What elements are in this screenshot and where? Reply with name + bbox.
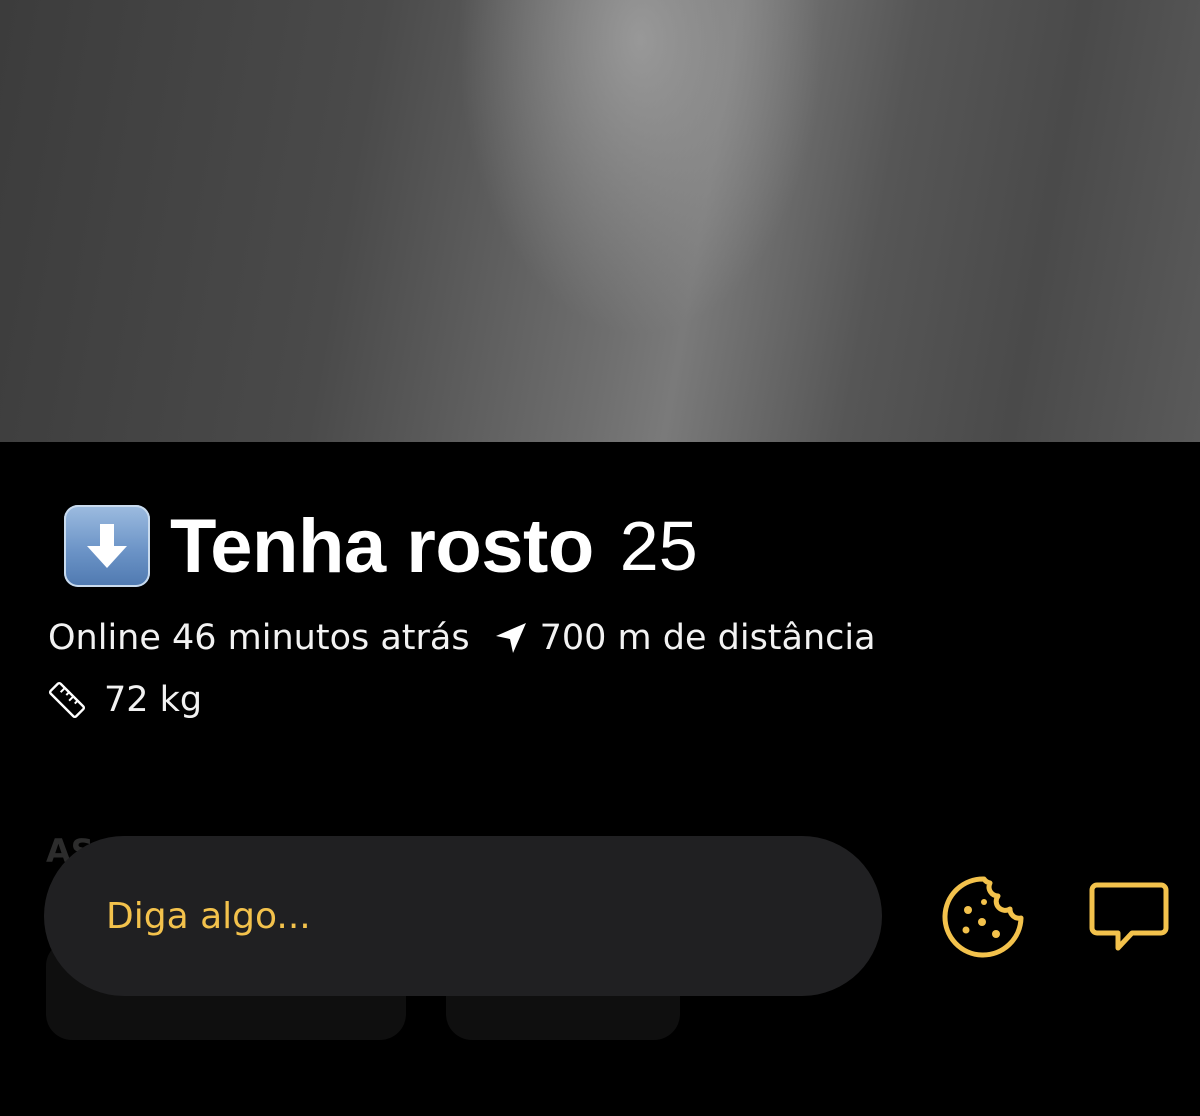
location-arrow-icon (494, 621, 528, 655)
cookie-icon (942, 876, 1024, 958)
message-input-placeholder: Diga algo... (106, 895, 311, 937)
cookie-button[interactable] (940, 874, 1026, 958)
status-row: Online 46 minutos atrás 700 m de distânc… (48, 618, 876, 658)
weight-row: 72 kg (48, 680, 202, 720)
online-status: Online 46 minutos atrás (48, 618, 470, 658)
message-input[interactable]: Diga algo... (44, 836, 882, 996)
profile-header: Tenha rosto 25 (64, 503, 698, 589)
profile-name: Tenha rosto (170, 503, 594, 589)
profile-age: 25 (619, 507, 698, 585)
distance-text: 700 m de distância (539, 618, 876, 658)
chat-button[interactable] (1088, 880, 1170, 956)
down-arrow-emoji-icon (64, 505, 150, 587)
weight-text: 72 kg (104, 680, 203, 720)
profile-photo[interactable] (0, 0, 1200, 442)
chat-bubble-icon (1089, 882, 1169, 951)
ruler-icon (48, 681, 86, 719)
